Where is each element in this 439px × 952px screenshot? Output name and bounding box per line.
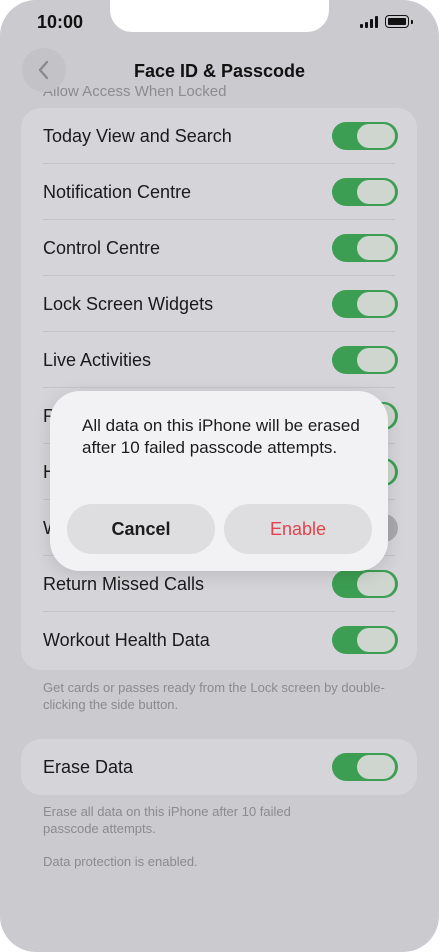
today-view-toggle[interactable] (332, 122, 398, 150)
row-label: Erase Data (43, 757, 134, 777)
cellular-signal-icon (360, 15, 378, 28)
row-label: Today View and Search (43, 126, 232, 146)
data-protection-status: Data protection is enabled. (43, 854, 198, 869)
allow-access-group: Today View and Search Notification Centr… (21, 108, 417, 670)
row-workout-health-data: Workout Health Data (21, 612, 417, 668)
phone-screen: 10:00 Allow Access When Locked Face ID &… (0, 0, 439, 952)
return-missed-calls-toggle[interactable] (332, 570, 398, 598)
workout-health-data-toggle[interactable] (332, 626, 398, 654)
status-icons (360, 15, 413, 28)
erase-data-toggle[interactable] (332, 753, 398, 781)
notification-centre-toggle[interactable] (332, 178, 398, 206)
battery-tip (411, 19, 413, 24)
control-centre-toggle[interactable] (332, 234, 398, 262)
row-label: Control Centre (43, 238, 161, 258)
row-label: Return Missed Calls (43, 574, 205, 594)
alert-message: All data on this iPhone will be erased a… (82, 416, 360, 457)
row-label: Lock Screen Widgets (43, 294, 214, 314)
lock-screen-widgets-toggle[interactable] (332, 290, 398, 318)
row-label: Workout Health Data (43, 630, 210, 650)
row-today-view: Today View and Search (21, 108, 417, 164)
notch (110, 0, 329, 32)
erase-data-footer: Erase all data on this iPhone after 10 f… (43, 804, 291, 836)
cancel-button[interactable]: Cancel (67, 504, 215, 554)
row-label: Live Activities (43, 350, 152, 370)
battery-icon (385, 15, 409, 28)
status-time: 10:00 (37, 12, 84, 32)
row-erase-data: Erase Data (21, 739, 417, 795)
row-live-activities: Live Activities (21, 332, 417, 388)
access-group-footer: Get cards or passes ready from the Lock … (43, 680, 385, 712)
live-activities-toggle[interactable] (332, 346, 398, 374)
enable-button[interactable]: Enable (224, 504, 372, 554)
row-lock-screen-widgets: Lock Screen Widgets (21, 276, 417, 332)
erase-data-group: Erase Data (21, 739, 417, 795)
row-control-centre: Control Centre (21, 220, 417, 276)
section-header: Allow Access When Locked (43, 83, 227, 100)
erase-data-alert: All data on this iPhone will be erased a… (50, 391, 388, 571)
row-notification-centre: Notification Centre (21, 164, 417, 220)
page-title: Face ID & Passcode (133, 61, 306, 81)
row-label: Notification Centre (43, 182, 192, 202)
